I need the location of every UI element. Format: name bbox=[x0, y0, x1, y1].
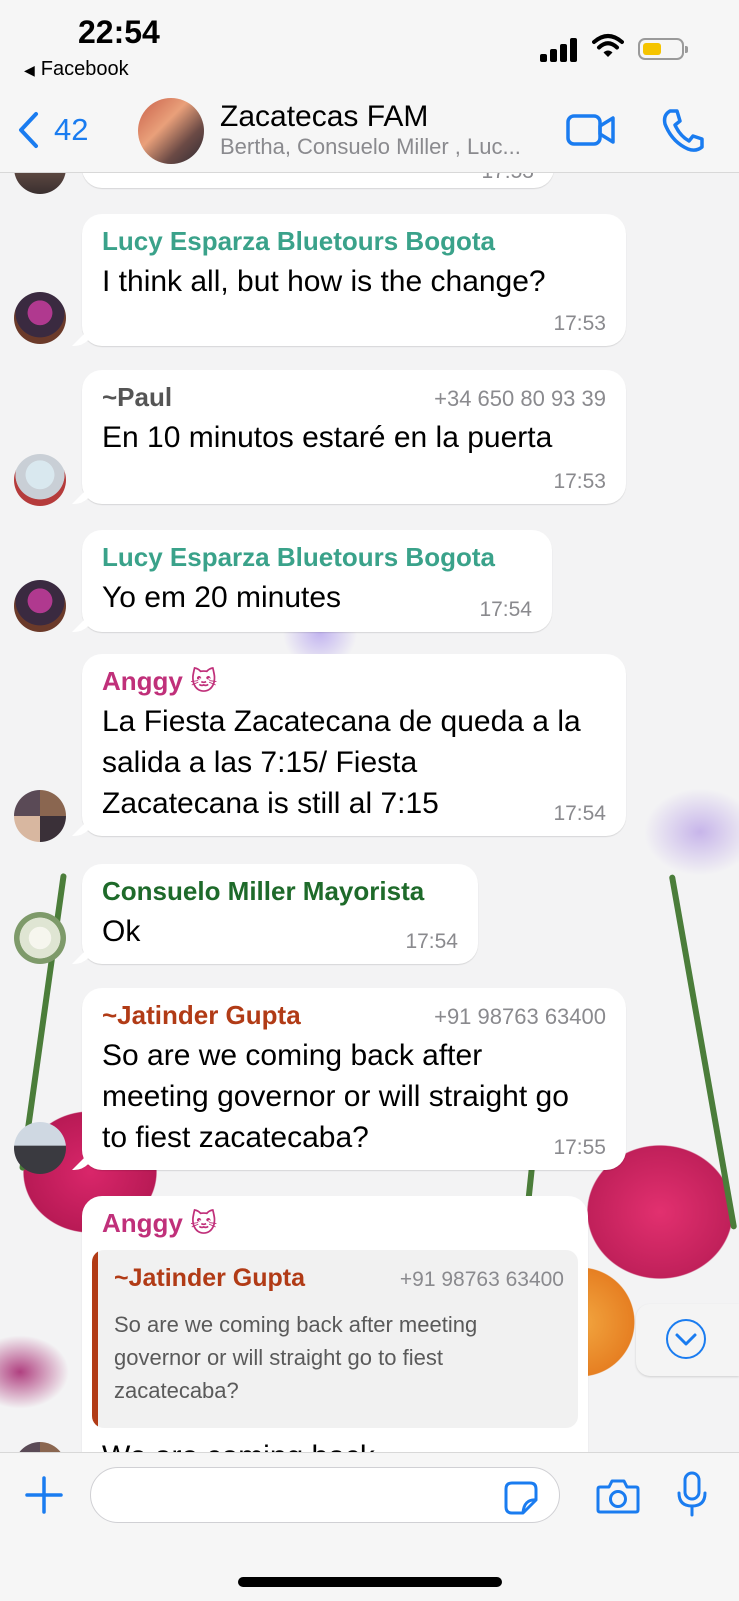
message-text: Yo em 20 minutes bbox=[102, 581, 342, 614]
chevron-down-icon bbox=[675, 1333, 697, 1346]
chat-area[interactable]: 17:53 Lucy Esparza Bluetours Bogota I th… bbox=[0, 172, 739, 1452]
sender-phone[interactable]: +91 98763 63400 bbox=[434, 1004, 606, 1030]
clock: 22:54 bbox=[78, 14, 160, 50]
message-text: En 10 minutos estaré en la puerta bbox=[102, 421, 553, 454]
quoted-phone: +91 98763 63400 bbox=[399, 1268, 564, 1291]
message-text: So are we coming back after meeting gove… bbox=[102, 1039, 569, 1154]
message-text: I think all, but how is the change? bbox=[102, 265, 546, 298]
chat-header: 42 Zacatecas FAM Bertha, Consuelo Miller… bbox=[0, 92, 739, 173]
message-time: 17:54 bbox=[405, 930, 458, 953]
message-sender[interactable]: Anggy 🐱 bbox=[102, 1208, 568, 1239]
message-time: 17:54 bbox=[479, 598, 532, 621]
sender-avatar[interactable] bbox=[14, 172, 66, 194]
message-time: 17:54 bbox=[553, 802, 606, 825]
sender-avatar-lucy[interactable] bbox=[14, 580, 66, 632]
group-name[interactable]: Zacatecas FAM bbox=[220, 100, 428, 134]
message-bubble[interactable]: Consuelo Miller Mayorista Ok 17:54 bbox=[72, 864, 478, 964]
message-input-bar bbox=[0, 1452, 739, 1601]
scroll-to-bottom-button[interactable] bbox=[636, 1304, 739, 1376]
message-time: 17:55 bbox=[553, 1136, 606, 1159]
sender-avatar-anggy[interactable] bbox=[14, 1442, 66, 1452]
wifi-icon bbox=[592, 34, 624, 57]
quoted-sender: ~Jatinder Gupta bbox=[114, 1264, 306, 1292]
sender-phone[interactable]: +34 650 80 93 39 bbox=[434, 386, 606, 412]
message-text: La Fiesta Zacatecana de queda a la salid… bbox=[102, 705, 581, 820]
message-bubble[interactable]: ~Paul +34 650 80 93 39 En 10 minutos est… bbox=[72, 370, 626, 504]
video-call-icon[interactable] bbox=[566, 110, 616, 150]
message-sender[interactable]: Lucy Esparza Bluetours Bogota bbox=[102, 226, 606, 257]
message-sender[interactable]: Anggy 🐱 bbox=[102, 666, 606, 697]
sender-avatar-lucy[interactable] bbox=[14, 292, 66, 344]
message-bubble[interactable]: Anggy 🐱 La Fiesta Zacatecana de queda a … bbox=[72, 654, 626, 836]
phone-call-icon[interactable] bbox=[660, 106, 704, 154]
status-bar: 22:54 ◀ Facebook bbox=[0, 0, 739, 92]
back-triangle-icon: ◀ bbox=[24, 62, 35, 78]
battery-icon bbox=[638, 38, 688, 60]
message-bubble[interactable]: Lucy Esparza Bluetours Bogota I think al… bbox=[72, 214, 626, 346]
reply-message-bubble[interactable]: Anggy 🐱 ~Jatinder Gupta +91 98763 63400 … bbox=[82, 1196, 588, 1452]
message-bubble[interactable]: ~Jatinder Gupta +91 98763 63400 So are w… bbox=[72, 988, 626, 1170]
sticker-icon[interactable] bbox=[504, 1481, 538, 1515]
sender-avatar-jatinder[interactable] bbox=[14, 1122, 66, 1174]
message-sender[interactable]: Consuelo Miller Mayorista bbox=[102, 876, 458, 907]
message-time: 17:53 bbox=[553, 312, 606, 335]
quoted-text: So are we coming back after meeting gove… bbox=[114, 1312, 478, 1403]
unread-count: 42 bbox=[54, 112, 89, 147]
sender-avatar-consuelo[interactable] bbox=[14, 912, 66, 964]
message-input[interactable] bbox=[90, 1467, 560, 1523]
camera-icon[interactable] bbox=[596, 1477, 640, 1515]
home-indicator[interactable] bbox=[238, 1577, 502, 1587]
group-members[interactable]: Bertha, Consuelo Miller , Luc... bbox=[220, 134, 550, 160]
chevron-left-icon bbox=[19, 112, 38, 148]
sender-avatar-anggy[interactable] bbox=[14, 790, 66, 842]
back-button[interactable]: 42 bbox=[16, 110, 88, 150]
previous-message-bubble[interactable]: 17:53 bbox=[82, 172, 554, 188]
plus-icon[interactable] bbox=[24, 1475, 64, 1515]
back-app-label: Facebook bbox=[40, 58, 129, 80]
back-to-app-link[interactable]: ◀ Facebook bbox=[24, 58, 129, 81]
cellular-signal-icon bbox=[540, 36, 580, 62]
message-time: 17:53 bbox=[481, 172, 534, 184]
sender-avatar-paul[interactable] bbox=[14, 454, 66, 506]
message-sender[interactable]: Lucy Esparza Bluetours Bogota bbox=[102, 542, 532, 573]
message-text: We are coming back bbox=[102, 1436, 375, 1452]
message-time: 17:53 bbox=[553, 470, 606, 493]
group-avatar[interactable] bbox=[138, 98, 204, 164]
microphone-icon[interactable] bbox=[676, 1471, 708, 1519]
quoted-message[interactable]: ~Jatinder Gupta +91 98763 63400 So are w… bbox=[92, 1250, 578, 1428]
message-bubble[interactable]: Lucy Esparza Bluetours Bogota Yo em 20 m… bbox=[72, 530, 552, 632]
